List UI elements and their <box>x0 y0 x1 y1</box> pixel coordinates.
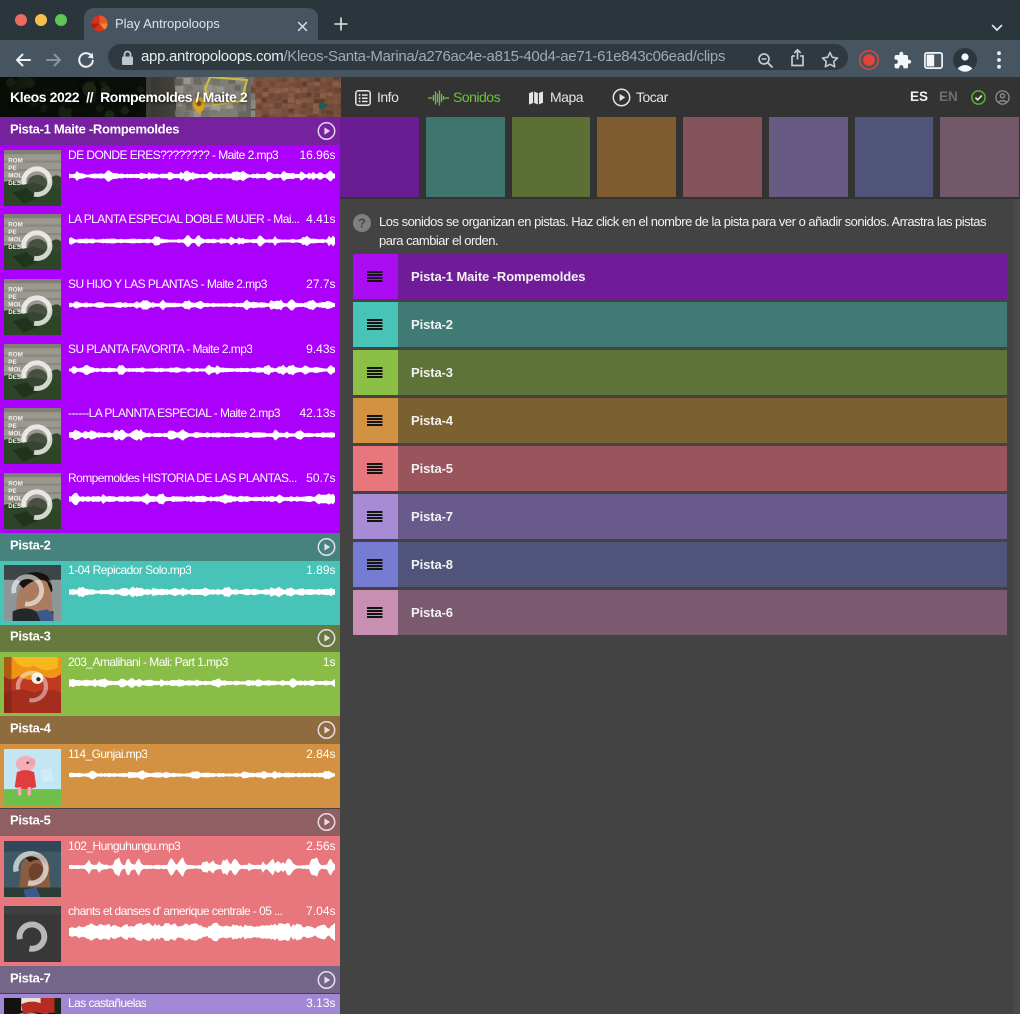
svg-text:?: ? <box>358 216 366 231</box>
